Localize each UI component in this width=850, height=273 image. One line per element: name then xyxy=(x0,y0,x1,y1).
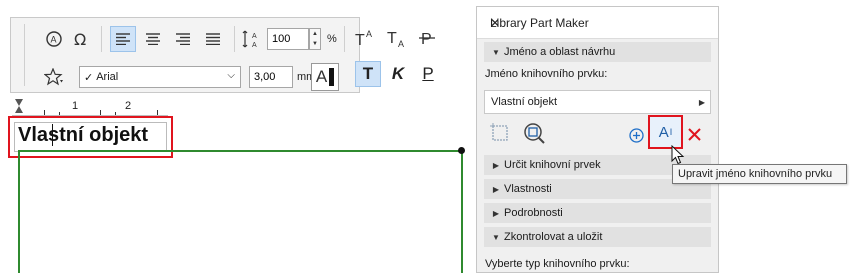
stepper-down-icon[interactable]: ▼ xyxy=(310,39,320,49)
underline-label: P xyxy=(422,64,434,83)
svg-text:Ω: Ω xyxy=(74,30,86,49)
section-check-save[interactable]: ▼ Zkontrolovat a uložit xyxy=(484,227,711,247)
part-name-value: Vlastní objekt xyxy=(491,96,558,108)
svg-text:A: A xyxy=(398,39,404,48)
delete-icon[interactable] xyxy=(685,125,703,143)
size-percent-stepper[interactable]: ▲ ▼ xyxy=(309,28,321,50)
mouse-cursor-icon xyxy=(671,145,685,165)
section-name-area[interactable]: ▼ Jméno a oblast návrhu xyxy=(484,42,711,62)
text-toolbar: A Ω AA ▲ ▼ % ✓ Arial ⌵ mm A xyxy=(10,17,360,93)
font-check-icon: ✓ xyxy=(84,71,94,84)
corner-node-icon[interactable] xyxy=(458,147,465,154)
subscript-icon[interactable]: TA xyxy=(384,25,410,51)
svg-text:P: P xyxy=(421,31,432,48)
edit-name-label: A xyxy=(658,123,669,141)
expand-arrow-icon: ▶ xyxy=(492,184,500,194)
align-center-icon[interactable] xyxy=(140,26,166,52)
text-rotate-icon[interactable]: A xyxy=(41,26,67,52)
section-label: Jméno a oblast návrhu xyxy=(504,46,616,58)
text-ruler: 1 2 xyxy=(12,96,168,116)
text-caret xyxy=(52,124,53,146)
text-edit-value[interactable]: Vlastní objekt xyxy=(18,124,148,147)
strikethrough-icon[interactable]: P xyxy=(414,25,440,51)
pen-color-swatch xyxy=(329,68,335,86)
svg-text:A: A xyxy=(51,35,57,45)
indent-marker-icon[interactable] xyxy=(14,98,24,114)
expand-arrow-icon: ▶ xyxy=(698,98,705,107)
section-label: Vlastnosti xyxy=(504,183,552,195)
stepper-up-icon[interactable]: ▲ xyxy=(310,29,320,39)
text-height-input[interactable] xyxy=(249,66,293,88)
expand-arrow-icon: ▶ xyxy=(492,160,500,170)
palette-title-bar[interactable]: Library Part Maker ✕ xyxy=(477,7,718,39)
collapse-arrow-icon: ▼ xyxy=(492,232,500,242)
svg-text:T: T xyxy=(355,32,365,48)
edit-name-sup: I xyxy=(669,127,673,137)
align-left-icon[interactable] xyxy=(110,26,136,52)
boundary-line-right xyxy=(461,150,463,273)
text-pen-label: A xyxy=(315,67,328,86)
svg-text:A: A xyxy=(252,42,257,49)
ruler-tick-label: 1 xyxy=(72,100,79,112)
zoom-area-icon[interactable] xyxy=(521,120,547,146)
font-family-value: Arial xyxy=(96,71,119,83)
underline-button[interactable]: P xyxy=(415,61,441,87)
tooltip: Upravit jméno knihovního prvku xyxy=(672,164,847,184)
svg-text:A: A xyxy=(366,29,372,39)
toolbar-grip[interactable] xyxy=(24,24,25,86)
favorites-star-icon[interactable] xyxy=(41,64,67,90)
boundary-line-top xyxy=(20,150,462,152)
bold-button[interactable]: T xyxy=(355,61,381,87)
section-label: Zkontrolovat a uložit xyxy=(504,231,603,243)
ruler-tick-label: 2 xyxy=(125,100,132,112)
select-type-label: Vyberte typ knihovního prvku: xyxy=(485,258,630,270)
bold-label: T xyxy=(362,64,374,83)
expand-arrow-icon: ▶ xyxy=(492,208,500,218)
edit-part-name-button[interactable]: AI xyxy=(648,115,683,149)
align-right-icon[interactable] xyxy=(170,26,196,52)
size-unit-label: % xyxy=(327,33,337,45)
font-family-select[interactable]: ✓ Arial ⌵ xyxy=(79,66,241,88)
boundary-line-left xyxy=(18,150,20,273)
crop-area-icon[interactable] xyxy=(487,120,513,146)
close-icon[interactable]: ✕ xyxy=(490,16,708,30)
chevron-down-icon: ⌵ xyxy=(227,70,235,81)
line-spacing-icon: AA xyxy=(239,26,265,52)
svg-text:T: T xyxy=(387,30,397,47)
part-name-dropdown[interactable]: Vlastní objekt ▶ xyxy=(484,90,711,114)
italic-label: K xyxy=(391,64,405,83)
superscript-icon[interactable]: TA xyxy=(352,25,378,51)
size-percent-input[interactable] xyxy=(267,28,309,50)
section-label: Podrobnosti xyxy=(504,207,563,219)
italic-button[interactable]: K xyxy=(385,61,411,87)
collapse-arrow-icon: ▼ xyxy=(492,47,500,57)
svg-text:A: A xyxy=(252,33,257,40)
add-circle-icon[interactable] xyxy=(627,126,645,144)
text-pen-button[interactable]: A xyxy=(311,63,339,91)
text-anchor-icon[interactable]: Ω xyxy=(69,26,95,52)
part-name-label: Jméno knihovního prvku: xyxy=(485,68,608,80)
align-justify-icon[interactable] xyxy=(200,26,226,52)
section-label: Určit knihovní prvek xyxy=(504,159,601,171)
section-details[interactable]: ▶ Podrobnosti xyxy=(484,203,711,223)
